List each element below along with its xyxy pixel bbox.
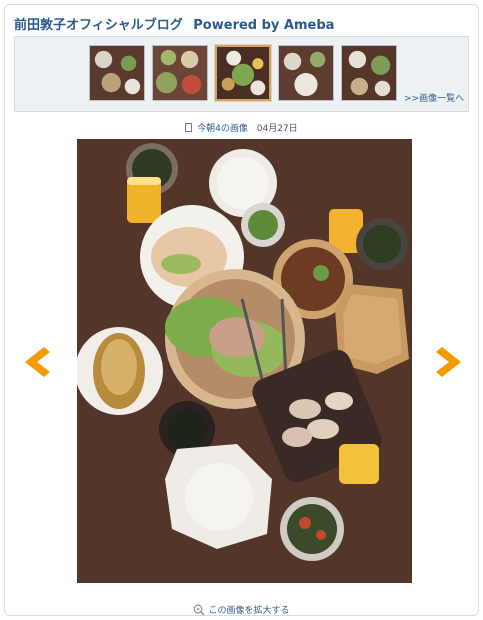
- thumbnail-image: [279, 46, 333, 100]
- thumbnail-image: [90, 46, 144, 100]
- photo-date: 04月27日: [256, 124, 298, 134]
- thumbnail-image: [342, 46, 396, 100]
- previous-image-button[interactable]: [22, 345, 52, 379]
- thumbnail-4[interactable]: [278, 45, 334, 101]
- view-all-images-link[interactable]: >>画像一覧へ: [404, 91, 464, 104]
- thumbnail-image: [217, 47, 269, 99]
- next-image-button[interactable]: [434, 345, 464, 379]
- thumbnail-3[interactable]: [215, 45, 271, 101]
- magnifier-icon: [194, 604, 206, 616]
- blog-name[interactable]: 前田敦子オフィシャルブログ: [14, 18, 183, 33]
- photo-caption: 今朝4の画像 04月27日: [0, 121, 483, 134]
- photo-title-link[interactable]: 今朝4の画像: [197, 124, 248, 134]
- breakfast-table-photo: [77, 139, 412, 583]
- thumbnail-image: [153, 46, 207, 100]
- chevron-left-icon: [25, 347, 50, 377]
- chevron-right-icon: [436, 347, 461, 377]
- document-icon: [185, 123, 193, 132]
- thumbnail-1[interactable]: [89, 45, 145, 101]
- thumbnail-strip: >>画像一覧へ: [14, 36, 469, 112]
- blog-title[interactable]: 前田敦子オフィシャルブログ Powered by Ameba: [14, 14, 334, 33]
- enlarge-label[interactable]: この画像を拡大する: [208, 606, 289, 616]
- main-photo[interactable]: [77, 139, 412, 583]
- enlarge-image-link[interactable]: この画像を拡大する: [0, 603, 483, 616]
- powered-by-label[interactable]: Powered by Ameba: [193, 18, 334, 33]
- thumbnail-5[interactable]: [341, 45, 397, 101]
- thumbnail-2[interactable]: [152, 45, 208, 101]
